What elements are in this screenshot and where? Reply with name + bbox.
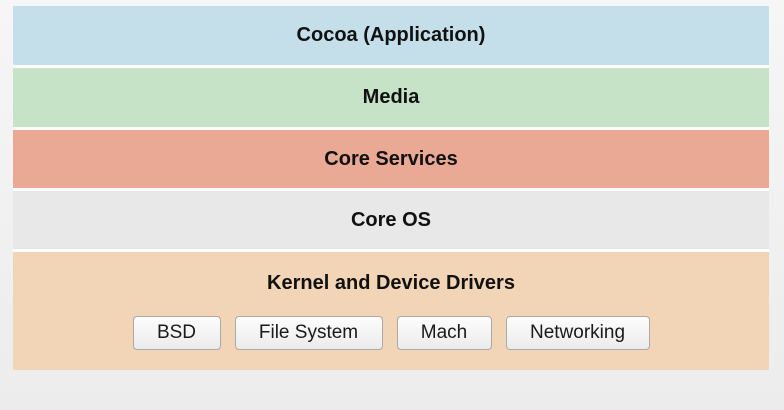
module-networking: Networking (505, 316, 650, 350)
architecture-stack: Cocoa (Application) Media Core Services … (13, 6, 769, 370)
kernel-modules: BSD File System Mach Networking (13, 316, 769, 350)
layer-cocoa-application: Cocoa (Application) (13, 6, 769, 68)
layer-core-os: Core OS (13, 191, 769, 252)
layer-core-services: Core Services (13, 130, 769, 191)
module-bsd: BSD (132, 316, 221, 350)
module-mach: Mach (396, 316, 492, 350)
kernel-title: Kernel and Device Drivers (267, 272, 515, 294)
module-file-system: File System (234, 316, 383, 350)
layer-kernel-and-device-drivers: Kernel and Device Drivers BSD File Syste… (13, 252, 769, 370)
layer-media: Media (13, 68, 769, 130)
